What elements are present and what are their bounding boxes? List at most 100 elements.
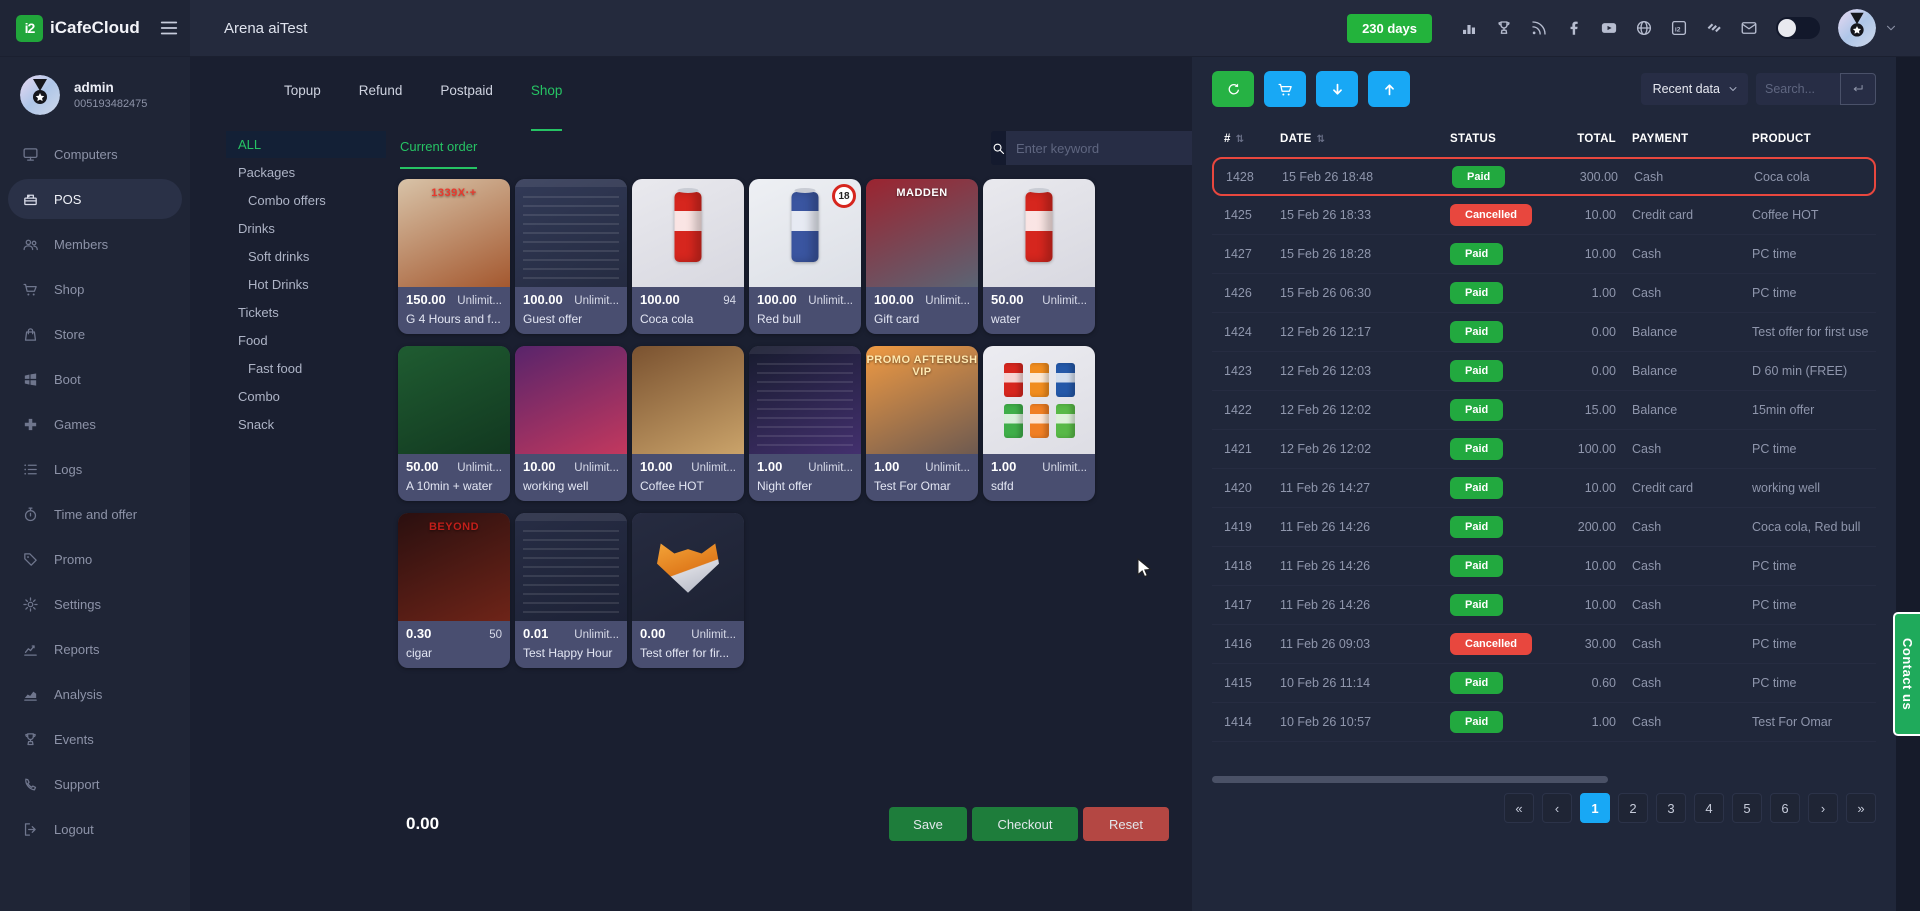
toolbar-button[interactable] bbox=[1264, 71, 1306, 107]
page-button[interactable]: 3 bbox=[1656, 793, 1686, 823]
checkout-button[interactable]: Checkout bbox=[972, 807, 1078, 841]
category-item[interactable]: Tickets bbox=[226, 299, 386, 326]
order-row[interactable]: 1423 12 Feb 26 12:03 Paid 0.00 Balance D… bbox=[1212, 352, 1876, 391]
search-submit-button[interactable] bbox=[1840, 73, 1876, 105]
product-card[interactable]: 1.00 Unlimit... sdfd bbox=[983, 346, 1095, 501]
category-item[interactable]: ALL bbox=[226, 131, 386, 158]
product-card[interactable]: 1339X·+ 150.00 Unlimit... G 4 Hours and … bbox=[398, 179, 510, 334]
page-button[interactable]: 5 bbox=[1732, 793, 1762, 823]
sidebar-item[interactable]: Shop bbox=[0, 269, 182, 309]
sidebar-item[interactable]: Logs bbox=[0, 449, 182, 489]
trophy-icon[interactable] bbox=[1495, 19, 1513, 37]
pos-tab[interactable]: Refund bbox=[359, 83, 403, 131]
page-button[interactable]: › bbox=[1808, 793, 1838, 823]
order-row[interactable]: 1416 11 Feb 26 09:03 Cancelled 30.00 Cas… bbox=[1212, 625, 1876, 664]
category-item[interactable]: Combo bbox=[226, 383, 386, 410]
page-button[interactable]: « bbox=[1504, 793, 1534, 823]
order-row[interactable]: 1422 12 Feb 26 12:02 Paid 15.00 Balance … bbox=[1212, 391, 1876, 430]
product-card[interactable]: 10.00 Unlimit... working well bbox=[515, 346, 627, 501]
product-search-input[interactable] bbox=[1006, 131, 1202, 165]
product-card[interactable]: 0.00 Unlimit... Test offer for fir... bbox=[632, 513, 744, 668]
category-item[interactable]: Hot Drinks bbox=[226, 271, 386, 298]
category-item[interactable]: Food bbox=[226, 327, 386, 354]
toolbar-button[interactable] bbox=[1316, 71, 1358, 107]
sidebar-item[interactable]: Analysis bbox=[0, 674, 182, 714]
recent-data-select[interactable]: Recent data bbox=[1641, 73, 1748, 105]
column-header[interactable]: PRODUCT⇅ bbox=[1740, 133, 1876, 145]
page-button[interactable]: 6 bbox=[1770, 793, 1800, 823]
order-row[interactable]: 1420 11 Feb 26 14:27 Paid 10.00 Credit c… bbox=[1212, 469, 1876, 508]
license-days-badge[interactable]: 230 days bbox=[1347, 14, 1432, 43]
order-row[interactable]: 1424 12 Feb 26 12:17 Paid 0.00 Balance T… bbox=[1212, 313, 1876, 352]
page-button[interactable]: » bbox=[1846, 793, 1876, 823]
pos-tab[interactable]: Postpaid bbox=[440, 83, 493, 131]
mail-icon[interactable] bbox=[1740, 19, 1758, 37]
globe-icon[interactable] bbox=[1635, 19, 1653, 37]
theme-toggle[interactable] bbox=[1776, 17, 1820, 39]
chevron-down-icon[interactable] bbox=[1884, 21, 1898, 35]
youtube-icon[interactable] bbox=[1600, 19, 1618, 37]
sidebar-item[interactable]: Events bbox=[0, 719, 182, 759]
column-header[interactable]: PAYMENT⇅ bbox=[1620, 133, 1740, 145]
product-card[interactable]: 100.00 94 Coca cola bbox=[632, 179, 744, 334]
category-item[interactable]: Fast food bbox=[226, 355, 386, 382]
horizontal-scrollbar[interactable] bbox=[1212, 776, 1876, 783]
product-card[interactable]: 50.00 Unlimit... water bbox=[983, 179, 1095, 334]
sidebar-item[interactable]: Support bbox=[0, 764, 182, 804]
product-card[interactable]: 100.00 Unlimit... Guest offer bbox=[515, 179, 627, 334]
reset-button[interactable]: Reset bbox=[1083, 807, 1169, 841]
user-block[interactable]: admin 005193482475 bbox=[0, 75, 190, 129]
scrollbar-thumb[interactable] bbox=[1212, 776, 1608, 783]
orders-search-input[interactable] bbox=[1756, 73, 1840, 105]
order-row[interactable]: 1427 15 Feb 26 18:28 Paid 10.00 Cash PC … bbox=[1212, 235, 1876, 274]
column-header[interactable]: STATUS⇅ bbox=[1438, 133, 1568, 145]
column-header[interactable]: TOTAL⇅ bbox=[1568, 133, 1620, 145]
order-row[interactable]: 1415 10 Feb 26 11:14 Paid 0.60 Cash PC t… bbox=[1212, 664, 1876, 703]
sidebar-item[interactable]: Promo bbox=[0, 539, 182, 579]
order-row[interactable]: 1426 15 Feb 26 06:30 Paid 1.00 Cash PC t… bbox=[1212, 274, 1876, 313]
product-card[interactable]: 1.00 Unlimit... Night offer bbox=[749, 346, 861, 501]
sidebar-item[interactable]: Store bbox=[0, 314, 182, 354]
pos-tab[interactable]: Shop bbox=[531, 83, 563, 131]
sidebar-item[interactable]: Settings bbox=[0, 584, 182, 624]
product-card[interactable]: 10.00 Unlimit... Coffee HOT bbox=[632, 346, 744, 501]
order-row[interactable]: 1419 11 Feb 26 14:26 Paid 200.00 Cash Co… bbox=[1212, 508, 1876, 547]
toolbar-button[interactable] bbox=[1212, 71, 1254, 107]
facebook-icon[interactable] bbox=[1565, 19, 1583, 37]
save-button[interactable]: Save bbox=[889, 807, 967, 841]
sidebar-item[interactable]: Members bbox=[0, 224, 182, 264]
ranking-icon[interactable] bbox=[1460, 19, 1478, 37]
order-row[interactable]: 1425 15 Feb 26 18:33 Cancelled 10.00 Cre… bbox=[1212, 196, 1876, 235]
page-button[interactable]: 2 bbox=[1618, 793, 1648, 823]
icafecloud-icon[interactable]: i2 bbox=[1670, 19, 1688, 37]
category-item[interactable]: Combo offers bbox=[226, 187, 386, 214]
product-card[interactable]: BEYOND 0.30 50 cigar bbox=[398, 513, 510, 668]
contact-us-button[interactable]: Contact us bbox=[1893, 612, 1920, 736]
sidebar-item[interactable]: POS bbox=[8, 179, 182, 219]
sidebar-item[interactable]: Reports bbox=[0, 629, 182, 669]
page-button[interactable]: 1 bbox=[1580, 793, 1610, 823]
avatar[interactable] bbox=[1838, 9, 1876, 47]
column-header[interactable]: #⇅ bbox=[1212, 133, 1268, 145]
sidebar-item[interactable]: Boot bbox=[0, 359, 182, 399]
column-header[interactable]: DATE⇅ bbox=[1268, 133, 1438, 145]
current-order-tab[interactable]: Current order bbox=[400, 139, 477, 169]
hamburger-menu-icon[interactable] bbox=[158, 17, 180, 39]
order-row[interactable]: 1428 15 Feb 26 18:48 Paid 300.00 Cash Co… bbox=[1212, 157, 1876, 196]
toolbar-button[interactable] bbox=[1368, 71, 1410, 107]
layers-icon[interactable] bbox=[1705, 19, 1723, 37]
product-card[interactable]: 50.00 Unlimit... A 10min + water bbox=[398, 346, 510, 501]
sidebar-item[interactable]: Computers bbox=[0, 134, 182, 174]
category-item[interactable]: Soft drinks bbox=[226, 243, 386, 270]
pos-tab[interactable]: Topup bbox=[284, 83, 321, 131]
sidebar-item[interactable]: Time and offer bbox=[0, 494, 182, 534]
product-card[interactable]: PROMO AFTERUSH VIP 1.00 Unlimit... Test … bbox=[866, 346, 978, 501]
category-item[interactable]: Packages bbox=[226, 159, 386, 186]
product-card[interactable]: 0.01 Unlimit... Test Happy Hour bbox=[515, 513, 627, 668]
order-row[interactable]: 1421 12 Feb 26 12:02 Paid 100.00 Cash PC… bbox=[1212, 430, 1876, 469]
order-row[interactable]: 1417 11 Feb 26 14:26 Paid 10.00 Cash PC … bbox=[1212, 586, 1876, 625]
sidebar-item[interactable]: Games bbox=[0, 404, 182, 444]
order-row[interactable]: 1418 11 Feb 26 14:26 Paid 10.00 Cash PC … bbox=[1212, 547, 1876, 586]
rss-icon[interactable] bbox=[1530, 19, 1548, 37]
page-button[interactable]: 4 bbox=[1694, 793, 1724, 823]
